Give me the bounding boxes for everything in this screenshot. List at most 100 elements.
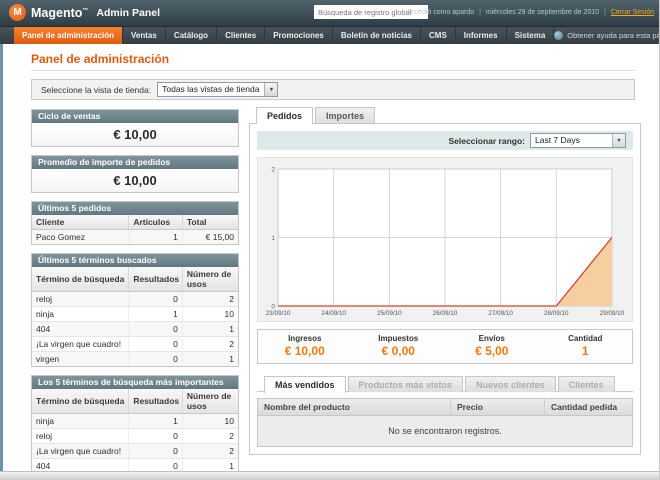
top-search-terms-table: Término de búsqueda Resultados Número de…	[32, 389, 238, 480]
cell-term: 404	[32, 322, 129, 337]
nav-item-promociones[interactable]: Promociones	[265, 27, 333, 44]
cell-results: 0	[129, 322, 183, 337]
nav-item-ventas[interactable]: Ventas	[123, 27, 166, 44]
range-select-value: Last 7 Days	[531, 134, 585, 147]
range-selector-label: Seleccionar rango:	[448, 136, 525, 146]
header-user-info: Accedió como apardo | miércoles 29 de se…	[406, 9, 654, 16]
top-search-terms-box: Los 5 términos de búsqueda más important…	[31, 375, 239, 480]
cell-results: 0	[129, 429, 183, 444]
tab-pedidos[interactable]: Pedidos	[256, 107, 313, 124]
lifetime-sales-value: € 10,00	[32, 123, 238, 146]
store-view-select-value: Todas las vistas de tienda	[158, 83, 264, 96]
col-header: Término de búsqueda	[32, 389, 129, 414]
tab-clientes[interactable]: Clientes	[558, 376, 615, 392]
current-date-text: miércoles 29 de septiembre de 2010	[486, 9, 599, 16]
total-cantidad: Cantidad 1	[539, 330, 633, 363]
tab-nuevos-clientes[interactable]: Nuevos clientes	[465, 376, 556, 392]
products-grid-header: Nombre del producto Precio Cantidad pedi…	[257, 398, 633, 416]
search-term-row[interactable]: ninja 1 10	[32, 307, 238, 322]
store-view-select[interactable]: Todas las vistas de tienda ▼	[157, 82, 278, 97]
content-area: Panel de administración Seleccione la vi…	[0, 44, 659, 471]
svg-text:2: 2	[271, 166, 275, 173]
search-term-row[interactable]: reloj 0 2	[32, 292, 238, 307]
col-header: Término de búsqueda	[32, 267, 129, 292]
total-value: € 0,00	[352, 344, 446, 358]
get-help-link[interactable]: Obtener ayuda para esta página	[554, 27, 660, 44]
get-help-label: Obtener ayuda para esta página	[567, 31, 660, 40]
nav-item-cms[interactable]: CMS	[421, 27, 456, 44]
col-header: Número de usos	[182, 267, 238, 292]
tab-importes[interactable]: Importes	[315, 107, 375, 123]
search-term-row[interactable]: ninja 1 10	[32, 414, 238, 429]
svg-text:25/09/10: 25/09/10	[377, 310, 402, 317]
nav-item-clientes[interactable]: Clientes	[217, 27, 265, 44]
col-header-price: Precio	[450, 399, 544, 415]
svg-text:23/09/10: 23/09/10	[266, 310, 291, 317]
dashboard-right-column: Pedidos Importes Seleccionar rango: Last…	[249, 107, 641, 455]
range-selector-bar: Seleccionar rango: Last 7 Days ▼	[257, 131, 633, 150]
cell-results: 0	[129, 292, 183, 307]
lifetime-sales-title: Ciclo de ventas	[32, 110, 238, 123]
trademark-mark: ™	[82, 7, 88, 13]
search-term-row[interactable]: virgen 0 1	[32, 352, 238, 367]
range-select[interactable]: Last 7 Days ▼	[530, 133, 626, 148]
svg-text:28/09/10: 28/09/10	[544, 310, 569, 317]
cell-customer: Paco Gomez	[32, 230, 129, 245]
title-divider	[31, 70, 635, 71]
cell-results: 0	[129, 337, 183, 352]
top-search-terms-title: Los 5 términos de búsqueda más important…	[32, 376, 238, 389]
brand-name: Magento™	[31, 6, 88, 20]
chevron-down-icon: ▼	[264, 83, 277, 96]
search-term-row[interactable]: ¡La virgen que cuadro! 0 2	[32, 444, 238, 459]
total-value: € 10,00	[258, 344, 352, 358]
nav-item-catalogo[interactable]: Catálogo	[166, 27, 217, 44]
no-records-text: No se encontraron registros.	[388, 426, 502, 436]
store-switcher-label: Seleccione la vista de tienda:	[41, 85, 151, 95]
nav-item-sistema[interactable]: Sistema	[507, 27, 555, 44]
svg-text:1: 1	[271, 235, 275, 242]
cell-uses: 10	[182, 414, 238, 429]
tab-mas-vendidos[interactable]: Más vendidos	[264, 376, 346, 393]
logout-link[interactable]: Cerrar Sesión	[611, 9, 654, 16]
last-search-terms-title: Últimos 5 términos buscados	[32, 254, 238, 267]
nav-item-informes[interactable]: Informes	[456, 27, 507, 44]
total-envios: Envíos € 5,00	[445, 330, 539, 363]
col-header: Resultados	[129, 389, 183, 414]
cell-uses: 1	[182, 352, 238, 367]
average-orders-title: Promedio de importe de pedidos	[32, 156, 238, 169]
nav-item-boletin[interactable]: Boletín de noticias	[333, 27, 421, 44]
cell-total: € 15,00	[182, 230, 238, 245]
total-label: Impuestos	[352, 334, 446, 343]
last-orders-box: Últimos 5 pedidos Cliente Artículos Tota…	[31, 201, 239, 245]
cell-uses: 2	[182, 337, 238, 352]
window-footer-strip	[0, 471, 659, 480]
last-orders-title: Últimos 5 pedidos	[32, 202, 238, 215]
bottom-tabs: Más vendidos Productos más vistos Nuevos…	[257, 376, 633, 392]
col-header: Artículos	[129, 215, 183, 230]
magento-admin-window: M Magento™ Admin Panel Accedió como apar…	[0, 0, 660, 480]
cell-results: 1	[129, 307, 183, 322]
last-orders-table: Cliente Artículos Total Paco Gomez 1 € 1…	[32, 215, 238, 244]
nav-item-dashboard[interactable]: Panel de administración	[14, 27, 123, 44]
orders-area-chart: 01223/09/1024/09/1025/09/1026/09/1027/09…	[262, 163, 628, 319]
store-view-switcher: Seleccione la vista de tienda: Todas las…	[31, 79, 635, 100]
search-term-row[interactable]: 404 0 1	[32, 322, 238, 337]
search-term-row[interactable]: reloj 0 2	[32, 429, 238, 444]
dashboard-left-column: Ciclo de ventas € 10,00 Promedio de impo…	[31, 109, 239, 480]
table-header-row: Término de búsqueda Resultados Número de…	[32, 389, 238, 414]
total-label: Cantidad	[539, 334, 633, 343]
app-header: M Magento™ Admin Panel Accedió como apar…	[0, 0, 659, 27]
col-header-product-name: Nombre del producto	[258, 399, 450, 415]
cell-term: ninja	[32, 414, 129, 429]
tab-productos-mas-vistos[interactable]: Productos más vistos	[348, 376, 464, 392]
cell-uses: 2	[182, 444, 238, 459]
order-row[interactable]: Paco Gomez 1 € 15,00	[32, 230, 238, 245]
col-header-qty: Cantidad pedida	[544, 399, 632, 415]
table-header-row: Cliente Artículos Total	[32, 215, 238, 230]
cell-term: ninja	[32, 307, 129, 322]
cell-term: ¡La virgen que cuadro!	[32, 444, 129, 459]
search-term-row[interactable]: ¡La virgen que cuadro! 0 2	[32, 337, 238, 352]
svg-text:27/09/10: 27/09/10	[488, 310, 513, 317]
total-impuestos: Impuestos € 0,00	[352, 330, 446, 363]
cell-results: 0	[129, 352, 183, 367]
